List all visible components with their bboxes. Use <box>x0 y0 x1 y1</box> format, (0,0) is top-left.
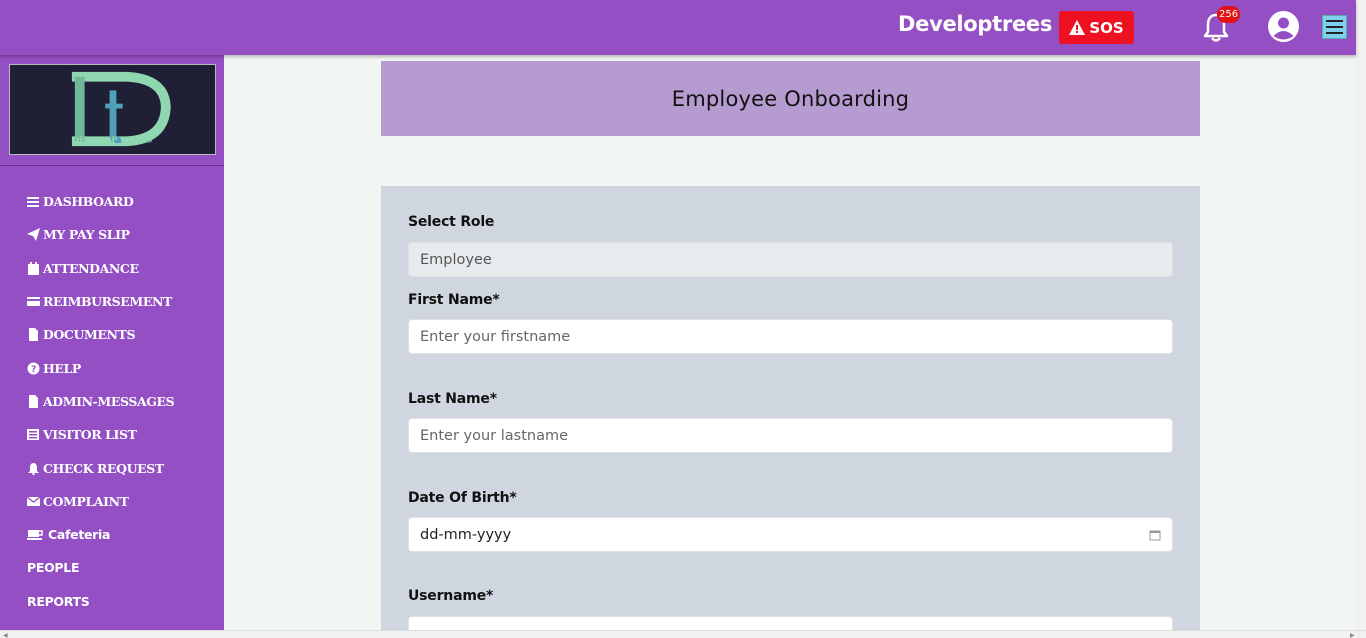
calendar-icon <box>27 261 40 275</box>
brand-name: Developtrees <box>898 12 1053 36</box>
sidebar-item-attendance[interactable]: ATTENDANCE <box>27 252 174 285</box>
svg-text:DEVELOP TREES: DEVELOP TREES <box>72 134 152 144</box>
sidebar-item-label: ATTENDANCE <box>43 260 139 276</box>
sidebar-divider <box>0 165 224 166</box>
horizontal-scrollbar[interactable]: ◀ ▶ <box>0 630 1366 638</box>
sidebar-item-reports[interactable]: REPORTS <box>27 585 174 618</box>
file-icon <box>27 394 40 408</box>
sidebar-item-help[interactable]: ? HELP <box>27 351 174 384</box>
sidebar-item-label: CHECK REQUEST <box>43 460 164 476</box>
paper-plane-icon <box>27 228 40 242</box>
sidebar-item-admin-messages[interactable]: ADMIN-MESSAGES <box>27 385 175 418</box>
sidebar-item-label: PEOPLE <box>27 560 80 576</box>
dob-placeholder: dd-mm-yyyy <box>420 526 512 543</box>
bell-icon <box>27 462 40 475</box>
last-name-input[interactable]: Enter your lastname <box>408 418 1173 453</box>
scroll-left-icon[interactable]: ◀ <box>3 632 8 638</box>
sidebar-item-check-request[interactable]: CHECK REQUEST <box>27 451 174 484</box>
sidebar-item-complaint[interactable]: COMPLAINT <box>27 485 174 518</box>
sidebar-item-documents[interactable]: DOCUMENTS <box>27 318 174 351</box>
top-navbar: Developtrees SOS 256 <box>0 0 1356 55</box>
list-icon <box>27 428 40 441</box>
svg-text:?: ? <box>31 365 36 375</box>
sidebar-item-reimbursement[interactable]: REIMBURSEMENT <box>27 285 174 318</box>
company-logo: DEVELOP TREES <box>9 64 216 155</box>
sidebar-item-label: Cafeteria <box>48 527 111 543</box>
last-name-label: Last Name* <box>408 391 497 407</box>
sidebar-item-label: REPORTS <box>27 593 90 609</box>
page-header: Employee Onboarding <box>381 61 1200 136</box>
credit-card-icon <box>27 295 40 308</box>
envelope-icon <box>27 495 40 508</box>
scroll-right-icon[interactable]: ▶ <box>1350 632 1355 638</box>
sidebar-item-label: DASHBOARD <box>43 194 134 210</box>
dob-input[interactable]: dd-mm-yyyy <box>408 517 1173 552</box>
sos-button[interactable]: SOS <box>1059 11 1134 44</box>
sidebar-item-label: REIMBURSEMENT <box>43 294 172 310</box>
sidebar-item-label: HELP <box>43 360 81 376</box>
sidebar-item-label: DOCUMENTS <box>43 327 136 343</box>
coffee-icon <box>27 528 45 541</box>
sidebar-item-cafeteria[interactable]: Cafeteria <box>27 518 174 551</box>
bars-icon <box>27 195 40 208</box>
onboarding-form: Select Role Employee First Name* Enter y… <box>381 186 1200 630</box>
user-avatar-icon[interactable] <box>1268 11 1299 42</box>
sidebar-item-my-pay-slip[interactable]: MY PAY SLIP <box>27 218 174 251</box>
username-label: Username* <box>408 588 494 604</box>
sidebar-item-dashboard[interactable]: DASHBOARD <box>27 185 174 218</box>
dob-label: Date Of Birth* <box>408 490 517 506</box>
vertical-scrollbar[interactable] <box>1356 0 1366 630</box>
question-circle-icon: ? <box>27 362 40 375</box>
sidebar-item-people[interactable]: PEOPLE <box>27 551 174 584</box>
notification-badge: 256 <box>1217 6 1241 23</box>
first-name-input[interactable]: Enter your firstname <box>408 319 1173 354</box>
role-select[interactable]: Employee <box>408 242 1173 277</box>
file-icon <box>27 328 40 342</box>
first-name-label: First Name* <box>408 292 500 308</box>
role-label: Select Role <box>408 214 495 230</box>
sidebar-item-label: ADMIN-MESSAGES <box>43 393 175 409</box>
sidebar-item-visitor-list[interactable]: VISITOR LIST <box>27 418 174 451</box>
sidebar-nav: DASHBOARD MY PAY SLIP ATTENDANCE REIMBUR… <box>27 185 175 618</box>
sos-label: SOS <box>1089 18 1124 37</box>
sidebar-item-label: MY PAY SLIP <box>43 227 130 243</box>
sidebar: DEVELOP TREES DASHBOARD MY PAY SLIP ATTE… <box>0 55 224 630</box>
sidebar-item-label: COMPLAINT <box>43 493 129 509</box>
username-input[interactable] <box>408 616 1173 630</box>
calendar-picker-icon[interactable] <box>1149 529 1161 541</box>
warning-icon <box>1069 20 1086 35</box>
hamburger-menu-button[interactable] <box>1322 15 1347 39</box>
sidebar-item-label: VISITOR LIST <box>43 427 137 443</box>
page-title: Employee Onboarding <box>671 86 910 111</box>
